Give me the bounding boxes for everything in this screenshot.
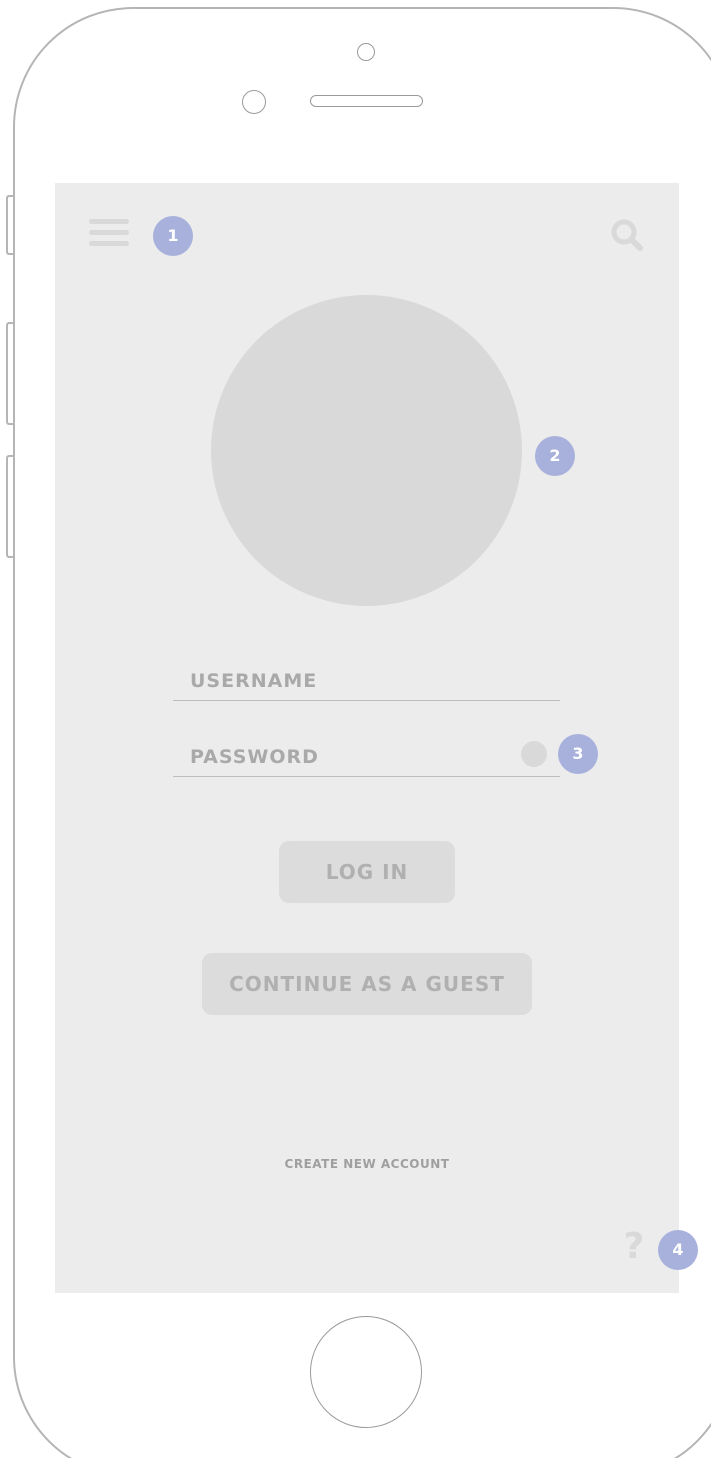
menu-line: [89, 230, 129, 235]
annotation-badge-2: 2: [535, 436, 575, 476]
device-front-camera: [242, 90, 266, 114]
annotation-badge-3: 3: [558, 734, 598, 774]
username-input[interactable]: [190, 663, 510, 699]
device-sensor: [357, 43, 375, 61]
annotation-badge-1: 1: [153, 216, 193, 256]
password-input[interactable]: [190, 739, 510, 775]
device-home-button: [310, 1316, 422, 1428]
question-mark-icon[interactable]: ?: [622, 1227, 646, 1267]
avatar-placeholder: [211, 295, 522, 606]
show-password-toggle-icon[interactable]: [521, 741, 547, 767]
device-earpiece-speaker: [310, 95, 423, 107]
password-field: [173, 739, 560, 777]
continue-as-guest-button[interactable]: CONTINUE AS A GUEST: [202, 953, 532, 1015]
menu-line: [89, 219, 129, 224]
log-in-button[interactable]: LOG IN: [279, 841, 455, 903]
annotation-badge-4: 4: [658, 1230, 698, 1270]
create-new-account-link[interactable]: CREATE NEW ACCOUNT: [167, 1157, 567, 1171]
app-screen: 1 2 3 LOG IN CONTINUE AS A GUEST CREATE …: [55, 183, 698, 1293]
hamburger-menu-icon[interactable]: [89, 219, 129, 247]
wireframe-canvas: 1 2 3 LOG IN CONTINUE AS A GUEST CREATE …: [0, 0, 711, 1458]
username-field: [173, 663, 560, 701]
menu-line: [89, 241, 129, 246]
search-icon[interactable]: [610, 218, 644, 252]
